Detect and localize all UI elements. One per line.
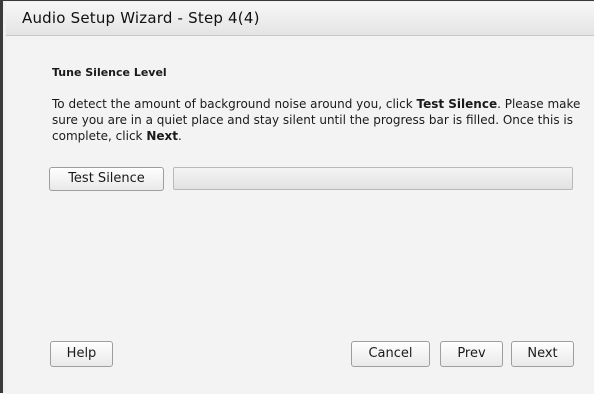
silence-progress-bar: [173, 167, 573, 190]
instructions-text: To detect the amount of background noise…: [52, 96, 582, 144]
prev-button[interactable]: Prev: [440, 341, 503, 367]
title-bar[interactable]: Audio Setup Wizard - Step 4(4): [6, 2, 594, 36]
cancel-button[interactable]: Cancel: [351, 341, 430, 367]
section-title: Tune Silence Level: [52, 66, 167, 79]
help-button[interactable]: Help: [50, 341, 113, 367]
next-button[interactable]: Next: [511, 341, 574, 367]
wizard-window: Audio Setup Wizard - Step 4(4) Tune Sile…: [0, 0, 594, 394]
instructions-next-emphasis: Next: [146, 129, 178, 143]
test-silence-button[interactable]: Test Silence: [49, 167, 164, 191]
instructions-part-1: To detect the amount of background noise…: [52, 97, 417, 111]
instructions-part-3: .: [177, 129, 182, 143]
instructions-test-silence-emphasis: Test Silence: [416, 97, 498, 111]
window-title: Audio Setup Wizard - Step 4(4): [22, 9, 260, 27]
wizard-content: Tune Silence Level To detect the amount …: [6, 36, 594, 394]
